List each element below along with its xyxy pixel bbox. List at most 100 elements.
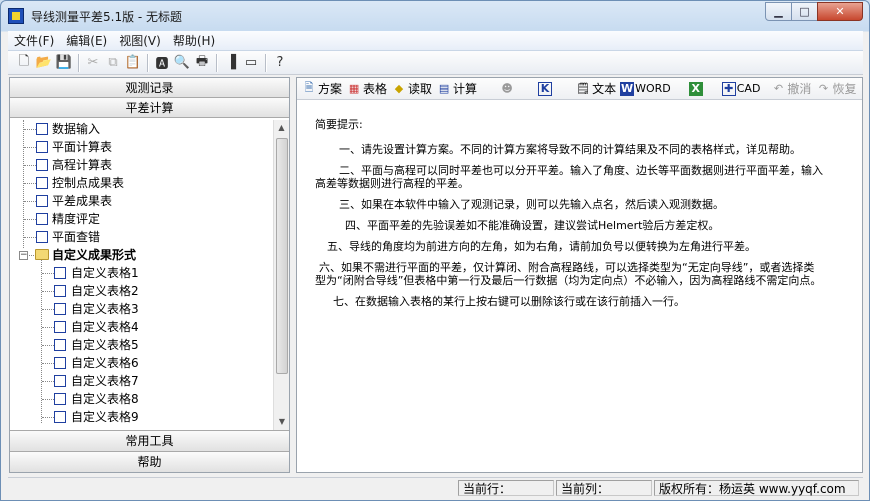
folder-open-icon	[35, 249, 49, 260]
help-icon[interactable]: ?	[270, 53, 290, 73]
toggle-panel-icon[interactable]: ▭	[241, 53, 261, 73]
tree-item-label: 自定义表格4	[71, 320, 139, 334]
app-window: 导线测量平差5.1版 - 无标题 ▁ □ ✕ 文件(F) 编辑(E) 视图(V)…	[0, 0, 870, 501]
calculate-button[interactable]: ▤ 计算	[436, 79, 479, 99]
status-copyright: 版权所有：杨运英 www.yyqf.com	[654, 479, 859, 496]
cut-icon[interactable]: ✂	[83, 53, 103, 73]
checkbox-icon	[54, 375, 66, 387]
tree-item-label: 高程计算表	[52, 158, 113, 172]
toggle-left-panel-icon[interactable]: ▐	[221, 53, 241, 73]
tree-item-plane-error-check[interactable]: 平面查错	[10, 228, 275, 246]
export-word-button[interactable]: W WORD	[620, 79, 673, 99]
tree-item-custom-table[interactable]: 自定义表格6	[10, 354, 275, 372]
menu-help[interactable]: 帮助(H)	[167, 32, 221, 49]
redo-button[interactable]: ↷ 恢复	[815, 79, 858, 99]
print-icon[interactable]: 🖶	[192, 53, 212, 73]
hint-content: 简要提示: 一、请先设置计算方案。不同的计算方案将导致不同的计算结果及不同的表格…	[315, 118, 825, 316]
tree-item-label: 自定义表格1	[71, 266, 139, 280]
calculator-icon: ▤	[438, 82, 450, 95]
export-cad-button[interactable]: ✚ CAD	[721, 79, 763, 99]
menu-view[interactable]: 视图(V)	[113, 32, 167, 49]
calculate-label: 计算	[453, 82, 478, 96]
paste-icon[interactable]: 📋	[123, 53, 143, 73]
tree-item-plane-calc[interactable]: 平面计算表	[10, 138, 275, 156]
checkbox-icon	[54, 267, 66, 279]
hint-paragraph: 七、在数据输入表格的某行上按右键可以删除该行或在该行前插入一行。	[333, 295, 685, 308]
tree-item-custom-table[interactable]: 自定义表格1	[10, 264, 275, 282]
scheme-button[interactable]: 🗎 方案	[301, 79, 344, 99]
maximize-button[interactable]: □	[791, 2, 818, 21]
minimize-button[interactable]: ▁	[765, 2, 792, 21]
close-button[interactable]: ✕	[817, 2, 863, 21]
export-text-label: 文本	[592, 82, 617, 96]
tree-folder-custom-output[interactable]: − 自定义成果形式	[10, 246, 275, 264]
main-toolbar: 🗋 📂 💾 ✂ ⧉ 📋 🅰 🔍 🖶 ▐ ▭ ?	[8, 51, 863, 75]
font-icon[interactable]: 🅰	[152, 53, 172, 73]
open-folder-icon[interactable]: 📂	[34, 53, 54, 73]
scroll-up-icon[interactable]: ▲	[274, 120, 289, 136]
export-excel-button[interactable]: X	[688, 79, 706, 99]
tree-item-custom-table[interactable]: 自定义表格2	[10, 282, 275, 300]
tree-item-custom-table[interactable]: 自定义表格7	[10, 372, 275, 390]
checkbox-icon	[36, 123, 48, 135]
app-icon[interactable]	[8, 8, 24, 24]
tree-item-elevation-calc[interactable]: 高程计算表	[10, 156, 275, 174]
left-panel: 观测记录 平差计算 数据输入 平面计算表 高程计算表 控制点成果表 平差成果表 …	[9, 77, 290, 473]
save-icon[interactable]: 💾	[54, 53, 74, 73]
undo-button[interactable]: ↶ 撤消	[770, 79, 813, 99]
scroll-down-icon[interactable]: ▼	[274, 414, 290, 430]
tree-item-label: 自定义表格8	[71, 392, 139, 406]
export-text-button[interactable]: 🗒 文本	[575, 79, 618, 99]
new-file-icon[interactable]: 🗋	[14, 53, 34, 73]
tree-item-custom-table[interactable]: 自定义表格8	[10, 390, 275, 408]
tree-item-data-input[interactable]: 数据输入	[10, 120, 275, 138]
tree-item-custom-table[interactable]: 自定义表格4	[10, 318, 275, 336]
read-tag-icon: ◆	[394, 82, 404, 95]
title-bar: 导线测量平差5.1版 - 无标题 ▁ □ ✕	[1, 1, 869, 31]
toolbar-separator	[216, 53, 217, 72]
tree-item-label: 自定义表格6	[71, 356, 139, 370]
tree-item-custom-table[interactable]: 自定义表格9	[10, 408, 275, 426]
tree-item-custom-table[interactable]: 自定义表格5	[10, 336, 275, 354]
k-button[interactable]: K	[538, 79, 555, 99]
tree-item-label: 平差成果表	[52, 194, 113, 208]
read-button[interactable]: ◆ 读取	[391, 79, 434, 99]
tree-item-custom-table[interactable]: 自定义表格3	[10, 300, 275, 318]
checkbox-icon	[36, 177, 48, 189]
adjustment-calc-button[interactable]: 平差计算	[10, 98, 289, 118]
tree-item-control-points[interactable]: 控制点成果表	[10, 174, 275, 192]
checkbox-icon	[36, 231, 48, 243]
tree-scrollbar[interactable]: ▲ ▼	[273, 120, 289, 430]
toolbar-separator	[147, 53, 148, 72]
checkbox-icon	[54, 285, 66, 297]
checkbox-icon	[54, 411, 66, 423]
window-title: 导线测量平差5.1版 - 无标题	[31, 10, 183, 24]
document-icon: 🗎	[304, 81, 314, 94]
scroll-thumb[interactable]	[276, 138, 288, 374]
checkbox-icon	[36, 141, 48, 153]
common-tools-button[interactable]: 常用工具	[10, 430, 289, 451]
table-button[interactable]: ▦ 表格	[346, 79, 389, 99]
tree-item-precision[interactable]: 精度评定	[10, 210, 275, 228]
copy-icon[interactable]: ⧉	[103, 53, 123, 73]
help-button[interactable]: 帮助	[10, 451, 289, 472]
menu-file[interactable]: 文件(F)	[8, 32, 60, 49]
excel-icon: X	[688, 81, 703, 96]
person-icon-button[interactable]: ☻	[499, 79, 518, 99]
tree-item-adjustment-results[interactable]: 平差成果表	[10, 192, 275, 210]
menu-edit[interactable]: 编辑(E)	[60, 32, 113, 49]
checkbox-icon	[36, 213, 48, 225]
undo-icon: ↶	[773, 82, 784, 95]
hint-paragraph: 二、平面与高程可以同时平差也可以分开平差。输入了角度、边长等平面数据则进行平面平…	[315, 164, 823, 190]
status-bar: 当前行： 当前列： 版权所有：杨运英 www.yyqf.com	[8, 477, 863, 497]
print-preview-icon[interactable]: 🔍	[172, 53, 192, 73]
tree-item-label: 自定义表格3	[71, 302, 139, 316]
checkbox-icon	[54, 393, 66, 405]
menu-bar: 文件(F) 编辑(E) 视图(V) 帮助(H)	[8, 31, 863, 51]
collapse-icon[interactable]: −	[19, 251, 28, 260]
observation-records-button[interactable]: 观测记录	[10, 78, 289, 98]
checkbox-icon	[36, 195, 48, 207]
tree-item-label: 平面计算表	[52, 140, 113, 154]
hint-paragraph: 五、导线的角度均为前进方向的左角，如为右角，请前加负号以便转换为左角进行平差。	[327, 240, 756, 253]
export-cad-label: CAD	[736, 82, 761, 95]
